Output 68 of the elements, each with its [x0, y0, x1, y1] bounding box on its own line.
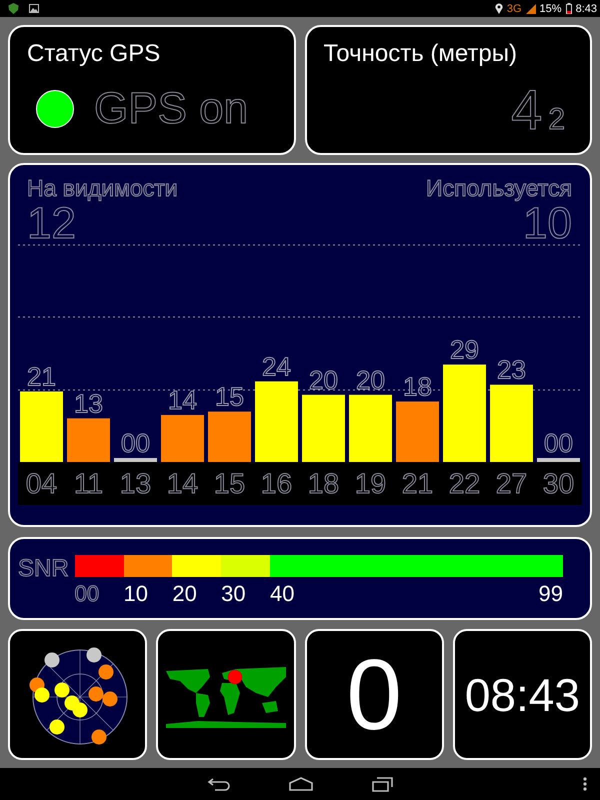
gps-status-text: GPS on [94, 85, 248, 133]
snr-tick-label: 40 [270, 580, 294, 608]
location-pin-icon [494, 3, 503, 14]
used-count: 10 [523, 201, 572, 247]
world-map-tile[interactable] [156, 629, 296, 760]
recent-apps-icon[interactable] [372, 776, 394, 792]
bar-value-label: 00 [544, 428, 573, 458]
satellite-id-label: 27 [494, 467, 528, 501]
bar-value-label: 29 [450, 334, 479, 365]
satellite-id-label: 13 [118, 467, 152, 501]
signal-bar [396, 402, 439, 462]
accuracy-value: 4 [511, 81, 542, 139]
back-icon[interactable] [207, 776, 231, 792]
snr-tick-label: 30 [221, 580, 246, 608]
home-icon[interactable] [289, 777, 313, 791]
no-signal-marker [537, 458, 580, 462]
snr-tick-label: 20 [172, 580, 197, 608]
network-type: 3G [506, 2, 522, 14]
snr-label: SNR [18, 557, 69, 584]
satellite-id-label: 30 [542, 467, 576, 501]
satellite-id-label: 18 [306, 467, 340, 501]
sky-plot-tile[interactable] [8, 629, 148, 760]
snr-tick-label: 00 [74, 580, 100, 608]
used-label: Используется [426, 175, 572, 201]
satellite-id-label: 22 [448, 467, 482, 501]
signal-icon [526, 4, 536, 14]
clock-time: 08:43 [464, 668, 580, 722]
satellite-id-label: 15 [212, 467, 246, 501]
card-title: Точность (метры) [324, 39, 518, 69]
no-signal-marker [114, 458, 157, 462]
signal-bar [20, 391, 63, 462]
visible-label: На видимости [27, 175, 178, 201]
satellite-id-label: 14 [166, 467, 200, 501]
card-title: Статус GPS [27, 39, 162, 69]
battery-icon [566, 3, 572, 14]
bar-value-label: 20 [356, 364, 385, 395]
visible-count: 12 [27, 201, 76, 247]
bar-value-label: 00 [121, 428, 150, 458]
accuracy-decimal: 2 [548, 103, 565, 137]
bar-value-label: 18 [403, 372, 432, 402]
signal-bar [161, 414, 204, 462]
speed-value: 0 [346, 640, 402, 750]
location-marker [228, 670, 243, 684]
status-time: 8:43 [576, 2, 597, 14]
signal-bar [208, 412, 251, 462]
menu-icon[interactable] [583, 777, 587, 791]
satellite-id-label: 16 [260, 467, 294, 501]
snr-tick-label: 10 [124, 580, 148, 608]
signal-bar [67, 418, 110, 462]
bar-value-label: 13 [74, 388, 103, 418]
satellite-id-label: 11 [72, 467, 104, 501]
speed-tile[interactable]: 0 [304, 629, 444, 760]
bar-value-label: 21 [27, 361, 56, 392]
signal-bar [302, 394, 345, 462]
shield-icon [8, 3, 19, 14]
snr-tick-label: 99 [538, 580, 563, 608]
satellite-id-label: 21 [400, 467, 434, 501]
bar-value-label: 15 [215, 382, 244, 412]
battery-percent: 15% [540, 2, 562, 14]
bar-value-label: 20 [309, 364, 338, 395]
bar-value-label: 24 [262, 351, 291, 382]
signal-bar [349, 394, 392, 462]
clock-tile[interactable]: 08:43 [452, 629, 592, 760]
bar-value-label: 14 [168, 384, 197, 415]
satellite-id-label: 04 [24, 467, 58, 501]
satellite-id-label: 19 [354, 467, 388, 501]
image-icon [29, 4, 39, 13]
bar-value-label: 23 [497, 354, 526, 385]
